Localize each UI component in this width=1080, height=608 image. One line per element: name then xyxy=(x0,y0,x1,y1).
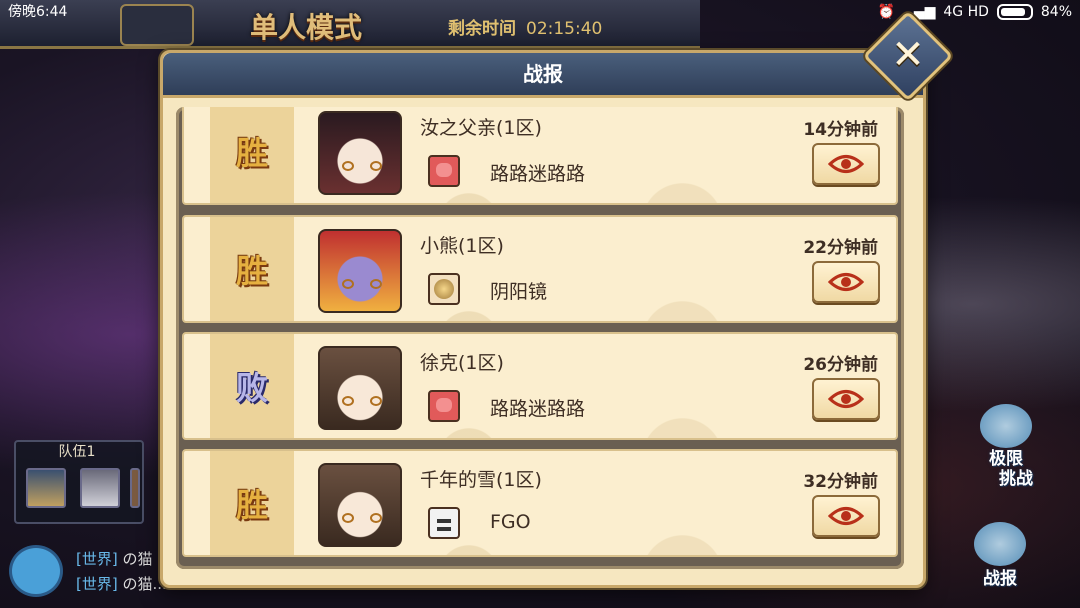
result-label: 胜 xyxy=(235,486,268,524)
red-face-icon xyxy=(428,155,460,187)
eye-icon xyxy=(828,507,864,525)
chat-icon[interactable] xyxy=(12,548,60,594)
result-label: 胜 xyxy=(235,134,268,172)
player-avatar[interactable] xyxy=(318,463,402,547)
time-ago: 32分钟前 xyxy=(803,472,878,492)
time-ago: 26分钟前 xyxy=(803,355,878,375)
team-label: 队伍1 xyxy=(58,444,96,460)
mirror-icon xyxy=(428,273,460,305)
chat-line: [世界] の猫... xyxy=(76,575,167,593)
eye-icon xyxy=(828,390,864,408)
close-icon[interactable]: ✕ xyxy=(876,24,940,88)
team-name: 路路迷路路 xyxy=(490,163,586,185)
cloud-icon xyxy=(980,404,1032,448)
player-name: 小熊(1区) xyxy=(420,235,504,257)
record-row: 胜 小熊(1区) 22分钟前 阴阳镜 xyxy=(182,215,898,323)
network-label: 4G HD xyxy=(943,4,989,20)
player-avatar[interactable] xyxy=(318,229,402,313)
dialog-title: 战报 xyxy=(163,53,923,98)
eye-icon xyxy=(828,155,864,173)
record-row: 胜 汝之父亲(1区) 14分钟前 路路迷路路 xyxy=(182,107,898,205)
red-face-icon xyxy=(428,390,460,422)
battle-report-button[interactable]: 战报 xyxy=(960,522,1040,592)
status-time: 傍晚6:44 xyxy=(8,4,68,20)
view-replay-button[interactable] xyxy=(812,378,880,420)
team-slot-3[interactable] xyxy=(130,468,140,508)
player-name: 千年的雪(1区) xyxy=(420,469,542,491)
view-replay-button[interactable] xyxy=(812,495,880,537)
team-name: 阴阳镜 xyxy=(490,281,548,303)
limit-challenge-button[interactable]: 极限 挑战 xyxy=(966,404,1046,489)
eye-icon xyxy=(828,273,864,291)
battery-icon xyxy=(996,4,1033,20)
result-label: 胜 xyxy=(235,252,268,290)
time-ago: 22分钟前 xyxy=(803,238,878,258)
team-slot-2[interactable] xyxy=(80,468,120,508)
player-name: 徐克(1区) xyxy=(420,352,504,374)
view-replay-button[interactable] xyxy=(812,143,880,185)
time-ago: 14分钟前 xyxy=(803,120,878,140)
result-label: 败 xyxy=(235,369,268,407)
alarm-icon: ⏰ xyxy=(877,4,896,20)
player-name: 汝之父亲(1区) xyxy=(420,117,542,139)
player-avatar[interactable] xyxy=(318,346,402,430)
record-row: 胜 千年的雪(1区) 32分钟前 FGO xyxy=(182,449,898,557)
record-list[interactable]: 胜 汝之父亲(1区) 14分钟前 路路迷路路 胜 小熊(1区) 22分钟前 阴阳… xyxy=(176,107,904,569)
player-avatar[interactable] xyxy=(318,111,402,195)
team-name: 路路迷路路 xyxy=(490,398,586,420)
white-face-icon xyxy=(428,507,460,539)
team-slot-1[interactable] xyxy=(26,468,66,508)
battery-label: 84% xyxy=(1040,4,1072,20)
record-row: 败 徐克(1区) 26分钟前 路路迷路路 xyxy=(182,332,898,440)
team-name: FGO xyxy=(490,511,531,533)
chat-line: [世界] の猫 xyxy=(76,550,153,568)
view-replay-button[interactable] xyxy=(812,261,880,303)
scroll-icon xyxy=(974,522,1026,566)
